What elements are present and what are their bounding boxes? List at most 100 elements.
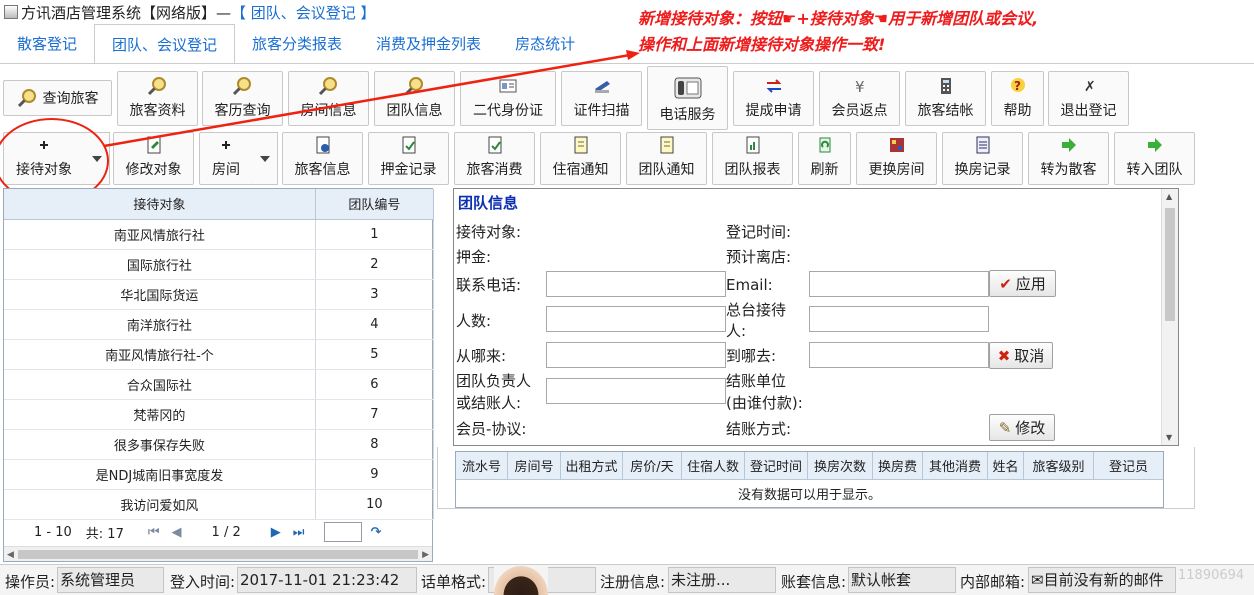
table-row[interactable]: 是NDJ城南旧事宽度发 9 <box>4 459 435 490</box>
guest-info-button[interactable]: 旅客信息 <box>282 132 363 185</box>
to-field[interactable] <box>809 342 989 368</box>
horizontal-scrollbar[interactable]: ◀ ▶ <box>4 546 432 561</box>
scroll-left-icon[interactable]: ◀ <box>7 550 14 560</box>
id-card-button[interactable]: 二代身份证 <box>460 71 556 126</box>
history-search-button[interactable]: 客历查询 <box>202 71 283 126</box>
column-serial[interactable]: 流水号 <box>456 452 508 479</box>
page-number-input[interactable] <box>324 522 363 542</box>
column-room-no[interactable]: 房间号 <box>508 452 561 479</box>
column-occupants[interactable]: 住宿人数 <box>682 452 745 479</box>
tab-room-stats[interactable]: 房态统计 <box>498 24 592 64</box>
grid-pager: 1 - 10 共: 17 ⏮ ◀ 1 / 2 ▶ ⏭ ↷ <box>4 519 432 545</box>
scroll-up-icon[interactable]: ▲ <box>1166 192 1172 201</box>
refresh-button[interactable]: 刷新 <box>798 132 851 185</box>
column-price[interactable]: 房价/天 <box>623 452 682 479</box>
table-row[interactable]: 南亚风情旅行社 1 <box>4 219 435 250</box>
from-field[interactable] <box>546 342 726 368</box>
table-row[interactable]: 国际旅行社 2 <box>4 249 435 280</box>
apply-button[interactable]: ✔ 应用 <box>989 270 1056 297</box>
from-label: 从哪来: <box>456 347 507 365</box>
column-registrar[interactable]: 登记员 <box>1094 452 1163 479</box>
phone-service-button[interactable]: 电话服务 <box>647 66 728 130</box>
stay-notice-button[interactable]: 住宿通知 <box>540 132 621 185</box>
column-name[interactable]: 姓名 <box>988 452 1024 479</box>
change-room-button[interactable]: 更换房间 <box>856 132 937 185</box>
tab-team-registration[interactable]: 团队、会议登记 <box>94 24 236 64</box>
phone-field[interactable] <box>546 271 726 297</box>
deposit-record-label: 押金记录 <box>380 162 437 178</box>
guest-checkout-button[interactable]: 旅客结帐 <box>905 71 986 126</box>
vertical-scrollbar[interactable]: ▲ ▼ <box>1161 189 1178 445</box>
tab-consumption-list[interactable]: 消费及押金列表 <box>359 24 498 64</box>
column-checkin-time[interactable]: 登记时间 <box>745 452 808 479</box>
next-page-icon[interactable]: ▶ <box>271 525 281 540</box>
table-row[interactable]: 合众国际社 6 <box>4 369 435 400</box>
document-scan-button[interactable]: 证件扫描 <box>561 71 642 126</box>
cell-reception: 很多事保存失败 <box>4 429 316 460</box>
guest-checkout-label: 旅客结帐 <box>917 103 974 119</box>
deposit-record-button[interactable]: 押金记录 <box>368 132 449 185</box>
search-guest-button[interactable]: 查询旅客 <box>3 80 112 116</box>
commission-request-button[interactable]: 提成申请 <box>733 71 814 126</box>
cell-reception: 是NDJ城南旧事宽度发 <box>4 459 316 490</box>
first-page-icon[interactable]: ⏮ <box>148 525 160 540</box>
team-report-button[interactable]: 团队报表 <box>712 132 793 185</box>
room-info-button[interactable]: 房间信息 <box>288 71 369 126</box>
tab-walkin-registration[interactable]: 散客登记 <box>0 24 94 64</box>
transfer-to-team-button[interactable]: 转入团队 <box>1114 132 1195 185</box>
scrollbar-thumb[interactable] <box>18 550 418 559</box>
guest-profile-label: 旅客资料 <box>129 103 186 119</box>
front-desk-label-line1: 总台接待 <box>726 301 787 319</box>
cancel-button[interactable]: ✖ 取消 <box>989 342 1053 369</box>
add-reception-button[interactable]: 接待对象 <box>3 132 85 185</box>
annotation-line-1: 新增接待对象：按钮☛+接待对象☚用于新增团队或会议, <box>638 9 1039 28</box>
table-row[interactable]: 梵蒂冈的 7 <box>4 399 435 430</box>
exit-registration-button[interactable]: ✗ 退出登记 <box>1048 71 1129 126</box>
reception-label: 接待对象: <box>456 223 522 241</box>
prev-page-icon[interactable]: ◀ <box>172 525 182 540</box>
team-notice-button[interactable]: 团队通知 <box>626 132 707 185</box>
column-room-changes[interactable]: 换房次数 <box>808 452 873 479</box>
column-change-fee[interactable]: 换房费 <box>873 452 923 479</box>
table-row[interactable]: 南洋旅行社 4 <box>4 309 435 340</box>
table-row[interactable]: 华北国际货运 3 <box>4 279 435 310</box>
scroll-down-icon[interactable]: ▼ <box>1166 433 1172 442</box>
team-info-button[interactable]: 团队信息 <box>374 71 455 126</box>
add-reception-dropdown-arrow[interactable] <box>84 132 110 185</box>
column-reception[interactable]: 接待对象 <box>4 189 316 220</box>
headcount-field[interactable] <box>546 306 726 332</box>
scrollbar-thumb[interactable] <box>1165 208 1175 321</box>
room-change-log-button[interactable]: 换房记录 <box>942 132 1023 185</box>
help-button[interactable]: ? 帮助 <box>991 71 1044 126</box>
scroll-right-icon[interactable]: ▶ <box>422 550 429 560</box>
column-guest-level[interactable]: 旅客级别 <box>1024 452 1094 479</box>
id-card-icon <box>499 79 517 93</box>
column-team-id[interactable]: 团队编号 <box>315 189 435 220</box>
member-rebate-button[interactable]: ¥ 会员返点 <box>819 71 900 126</box>
reception-grid: 接待对象 团队编号 南亚风情旅行社 1 国际旅行社 2 华北国际货运 3 南洋旅行社 4… <box>3 188 435 562</box>
convert-to-walkin-button[interactable]: 转为散客 <box>1028 132 1109 185</box>
guest-profile-button[interactable]: 旅客资料 <box>117 71 198 126</box>
add-room-button[interactable]: 房间 <box>199 132 253 185</box>
add-room-dropdown-arrow[interactable] <box>252 132 278 185</box>
cell-team-id: 5 <box>315 339 435 370</box>
tab-guest-report[interactable]: 旅客分类报表 <box>235 24 359 64</box>
pager-refresh-icon[interactable]: ↷ <box>370 525 381 540</box>
detail-grid-header: 流水号 房间号 出租方式 房价/天 住宿人数 登记时间 换房次数 换房费 其他消… <box>456 452 1163 480</box>
table-row[interactable]: 很多事保存失败 8 <box>4 429 435 460</box>
exit-registration-label: 退出登记 <box>1060 103 1117 119</box>
edit-reception-button[interactable]: 修改对象 <box>113 132 194 185</box>
table-row[interactable]: 南亚风情旅行社-个 5 <box>4 339 435 370</box>
front-desk-field[interactable] <box>809 306 989 332</box>
magnifier-icon <box>147 77 166 96</box>
email-field[interactable] <box>809 271 989 297</box>
column-rent-type[interactable]: 出租方式 <box>561 452 623 479</box>
column-other-consumption[interactable]: 其他消费 <box>923 452 988 479</box>
table-row[interactable]: 我访问爱如风 10 <box>4 489 435 520</box>
payer-label-line1: 结账单位 <box>726 372 787 390</box>
guest-consumption-button[interactable]: 旅客消费 <box>454 132 535 185</box>
last-page-icon[interactable]: ⏭ <box>293 525 305 540</box>
mail-value[interactable]: ✉目前没有新的邮件 <box>1028 567 1176 593</box>
modify-button[interactable]: ✎ 修改 <box>989 414 1055 441</box>
leader-field[interactable] <box>546 378 726 404</box>
